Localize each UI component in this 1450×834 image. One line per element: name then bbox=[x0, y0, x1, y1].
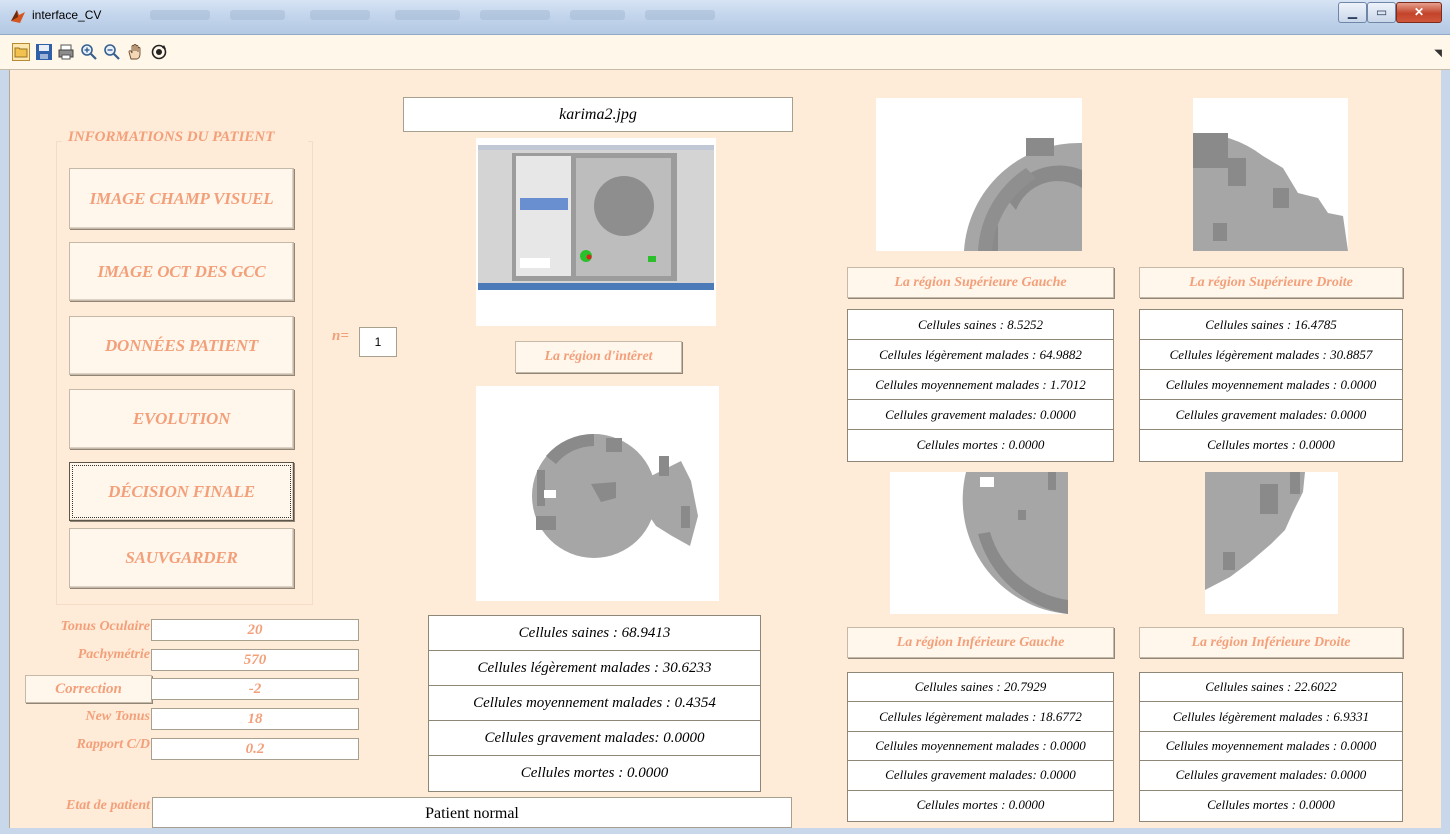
window-frame-right bbox=[1441, 70, 1450, 834]
roi-stat-saines: Cellules saines : 68.9413 bbox=[429, 616, 760, 651]
toolbar-overflow-icon[interactable]: ◥ bbox=[1434, 48, 1442, 59]
image-oct-gcc-button[interactable]: IMAGE OCT DES GCC bbox=[69, 242, 294, 301]
rotate-3d-icon[interactable] bbox=[150, 43, 168, 61]
title-bar: interface_CV ▁ ▭ ✕ bbox=[0, 0, 1450, 35]
print-icon[interactable] bbox=[57, 43, 75, 61]
sup-droite-image bbox=[1193, 98, 1348, 251]
table-row: Cellules gravement malades: 0.0000 bbox=[1140, 761, 1402, 791]
region-superieure-droite-button[interactable]: La région Supérieure Droite bbox=[1139, 267, 1403, 298]
table-row: Cellules mortes : 0.0000 bbox=[1207, 437, 1335, 452]
pachymetrie-field[interactable]: 570 bbox=[151, 649, 359, 671]
patient-panel-title: INFORMATIONS DU PATIENT bbox=[62, 129, 308, 146]
decision-finale-button[interactable]: DÉCISION FINALE bbox=[69, 462, 294, 521]
open-folder-icon[interactable] bbox=[12, 43, 30, 61]
correction-field[interactable]: -2 bbox=[151, 678, 359, 700]
table-row: Cellules moyennement malades : 0.0000 bbox=[848, 732, 1113, 762]
evolution-button[interactable]: EVOLUTION bbox=[69, 389, 294, 449]
table-row: Cellules légèrement malades : 6.9331 bbox=[1140, 702, 1402, 732]
region-inferieure-gauche-button[interactable]: La région Inférieure Gauche bbox=[847, 627, 1114, 658]
pan-hand-icon[interactable] bbox=[126, 43, 144, 61]
sauvgarder-button[interactable]: SAUVGARDER bbox=[69, 528, 294, 588]
minimize-button[interactable]: ▁ bbox=[1338, 2, 1367, 23]
table-row: Cellules moyennement malades : 0.0000 bbox=[1140, 732, 1402, 762]
rapport-cd-field[interactable]: 0.2 bbox=[151, 738, 359, 760]
roi-stat-mortes: Cellules mortes : 0.0000 bbox=[520, 765, 669, 781]
table-row: Cellules saines : 16.4785 bbox=[1140, 310, 1402, 340]
table-row: Cellules mortes : 0.0000 bbox=[916, 437, 1045, 452]
sup-gauche-stats-table: Cellules saines : 8.5252 Cellules légère… bbox=[847, 309, 1114, 462]
sup-gauche-image bbox=[876, 98, 1082, 251]
roi-stat-legerement: Cellules légèrement malades : 30.6233 bbox=[429, 651, 760, 686]
window-title: interface_CV bbox=[32, 8, 102, 22]
table-row: Cellules gravement malades: 0.0000 bbox=[848, 761, 1113, 791]
roi-stat-moyennement: Cellules moyennement malades : 0.4354 bbox=[429, 686, 760, 721]
save-icon[interactable] bbox=[35, 43, 53, 61]
inf-droite-stats-table: Cellules saines : 22.6022 Cellules légèr… bbox=[1139, 672, 1403, 822]
image-champ-visuel-button[interactable]: IMAGE CHAMP VISUEL bbox=[69, 168, 294, 229]
window-frame-bottom bbox=[0, 828, 1450, 834]
inf-droite-image bbox=[1205, 472, 1338, 614]
table-row: Cellules gravement malades: 0.0000 bbox=[848, 400, 1113, 430]
table-row: Cellules mortes : 0.0000 bbox=[1207, 797, 1335, 813]
table-row: Cellules saines : 8.5252 bbox=[848, 310, 1113, 340]
new-tonus-label: New Tonus bbox=[85, 709, 150, 724]
table-row: Cellules légèrement malades : 18.6772 bbox=[848, 702, 1113, 732]
zoom-in-icon[interactable] bbox=[80, 43, 98, 61]
n-label: n= bbox=[332, 328, 349, 344]
inf-gauche-image bbox=[890, 472, 1068, 614]
table-row: Cellules moyennement malades : 1.7012 bbox=[848, 370, 1113, 400]
maximize-button[interactable]: ▭ bbox=[1367, 2, 1396, 23]
etat-patient-field: Patient normal bbox=[152, 797, 792, 828]
visual-field-image-panel bbox=[476, 138, 716, 326]
matlab-app-icon bbox=[11, 10, 25, 23]
application-window: interface_CV ▁ ▭ ✕ ◥ INFORMATIONS DU PAT… bbox=[0, 0, 1450, 834]
inf-gauche-stats-table: Cellules saines : 20.7929 Cellules légèr… bbox=[847, 672, 1114, 822]
new-tonus-field[interactable]: 18 bbox=[151, 708, 359, 730]
table-row: Cellules saines : 20.7929 bbox=[848, 673, 1113, 703]
region-superieure-gauche-button[interactable]: La région Supérieure Gauche bbox=[847, 267, 1114, 298]
n-input[interactable]: 1 bbox=[359, 327, 397, 357]
window-controls: ▁ ▭ ✕ bbox=[1338, 2, 1442, 23]
table-row: Cellules moyennement malades : 0.0000 bbox=[1140, 370, 1402, 400]
table-row: Cellules légèrement malades : 64.9882 bbox=[848, 340, 1113, 370]
roi-image bbox=[532, 433, 698, 558]
tonus-oculaire-label: Tonus Oculaire bbox=[60, 619, 150, 634]
table-row: Cellules saines : 22.6022 bbox=[1140, 673, 1402, 703]
roi-stats-table: Cellules saines : 68.9413 Cellules légèr… bbox=[428, 615, 761, 792]
zoom-out-icon[interactable] bbox=[103, 43, 121, 61]
table-row: Cellules mortes : 0.0000 bbox=[916, 797, 1045, 813]
tonus-oculaire-field[interactable]: 20 bbox=[151, 619, 359, 641]
table-row: Cellules gravement malades: 0.0000 bbox=[1140, 400, 1402, 430]
donnees-patient-button[interactable]: DONNÉES PATIENT bbox=[69, 316, 294, 375]
table-row: Cellules légèrement malades : 30.8857 bbox=[1140, 340, 1402, 370]
pachymetrie-label: Pachymétrie bbox=[77, 647, 150, 662]
etat-patient-label: Etat de patient bbox=[66, 798, 150, 813]
correction-button[interactable]: Correction bbox=[25, 675, 152, 703]
visual-field-screenshot-image bbox=[478, 145, 714, 290]
image-filename-field: karima2.jpg bbox=[403, 97, 793, 132]
region-interet-button[interactable]: La région d'intêret bbox=[515, 341, 682, 373]
region-inferieure-droite-button[interactable]: La région Inférieure Droite bbox=[1139, 627, 1403, 658]
roi-stat-gravement: Cellules gravement malades: 0.0000 bbox=[429, 721, 760, 756]
close-button[interactable]: ✕ bbox=[1396, 2, 1442, 23]
rapport-cd-label: Rapport C/D bbox=[76, 737, 150, 752]
sup-droite-stats-table: Cellules saines : 16.4785 Cellules légèr… bbox=[1139, 309, 1403, 462]
roi-image-panel bbox=[476, 386, 719, 601]
toolbar: ◥ bbox=[0, 35, 1450, 70]
